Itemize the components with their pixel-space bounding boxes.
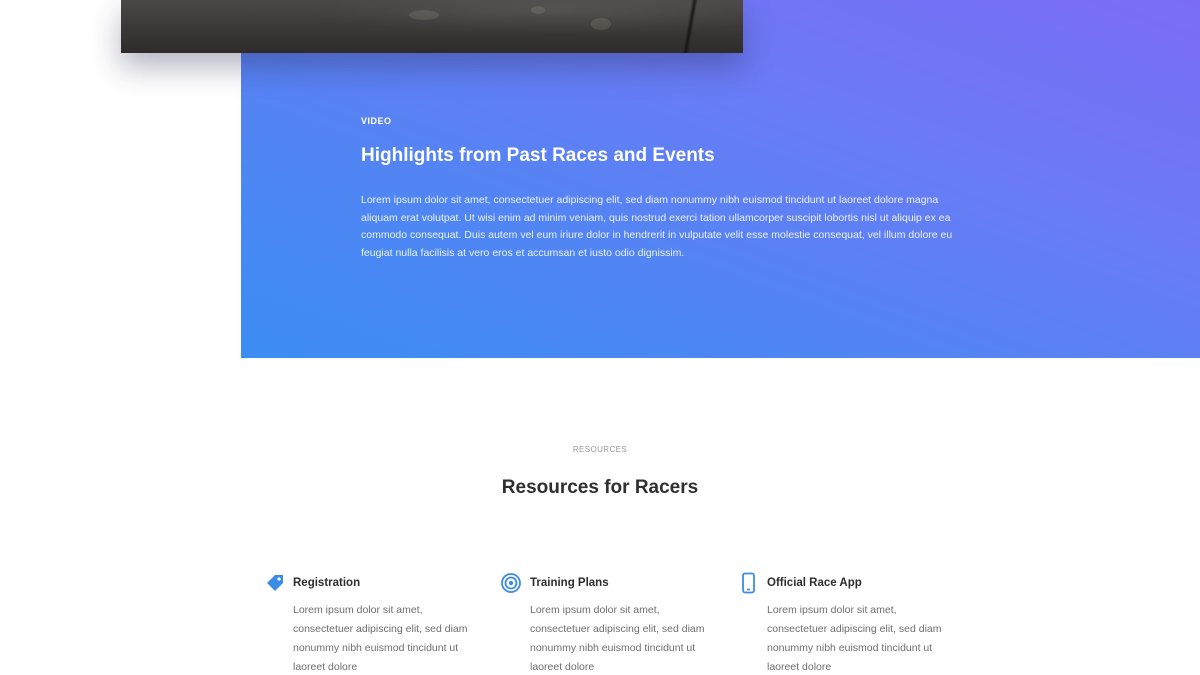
page: VIDEO Highlights from Past Races and Eve… bbox=[0, 0, 1200, 675]
video-heading: Highlights from Past Races and Events bbox=[361, 145, 715, 166]
target-icon bbox=[501, 572, 523, 594]
road-crack-texture bbox=[676, 0, 706, 53]
video-description: Lorem ipsum dolor sit amet, consectetuer… bbox=[361, 194, 953, 259]
video-eyebrow: VIDEO bbox=[361, 116, 392, 126]
video-section bbox=[241, 0, 1200, 358]
tag-icon bbox=[264, 572, 286, 594]
resource-title[interactable]: Official Race App bbox=[767, 577, 862, 589]
resource-text: Lorem ipsum dolor sit amet, consectetuer… bbox=[767, 604, 942, 673]
resource-text: Lorem ipsum dolor sit amet, consectetuer… bbox=[530, 604, 705, 673]
video-thumbnail[interactable] bbox=[121, 0, 743, 53]
resources-heading: Resources for Racers bbox=[501, 477, 699, 498]
resource-title[interactable]: Training Plans bbox=[530, 577, 609, 589]
resource-text: Lorem ipsum dolor sit amet, consectetuer… bbox=[293, 604, 468, 673]
resources-eyebrow: RESOURCES bbox=[572, 445, 628, 454]
resource-title[interactable]: Registration bbox=[293, 577, 360, 589]
road-speck bbox=[409, 10, 439, 20]
mobile-phone-icon bbox=[738, 572, 760, 594]
road-speck bbox=[591, 18, 611, 30]
road-speck bbox=[531, 6, 545, 14]
